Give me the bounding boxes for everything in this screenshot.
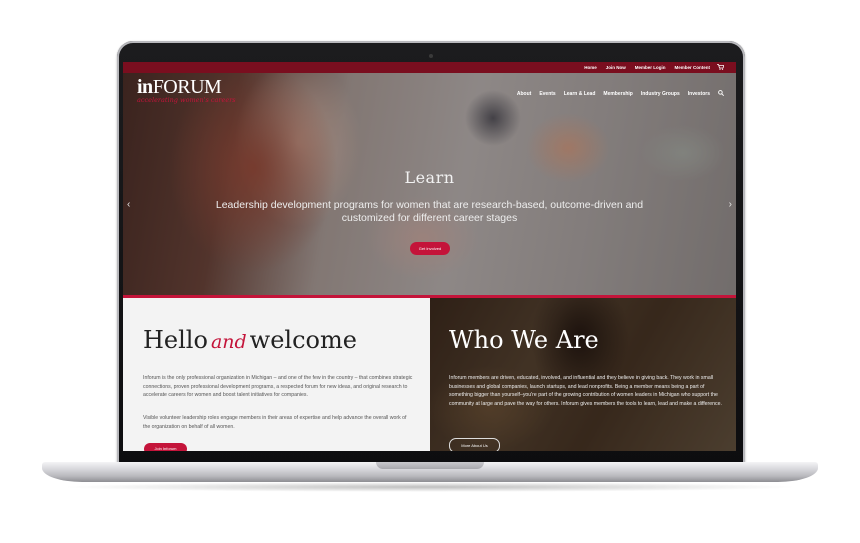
logo-word-bold: in xyxy=(137,76,153,98)
nav-item-investors[interactable]: Investors xyxy=(688,91,710,97)
welcome-paragraph-1: Inforum is the only professional organiz… xyxy=(143,375,413,398)
hero-slider: inFORUM accelerating women's careers Abo… xyxy=(123,73,736,295)
utility-bar: Home Join Now Member Login Member Conten… xyxy=(123,62,736,73)
camera-icon xyxy=(429,54,433,58)
welcome-title-welcome: welcome xyxy=(249,326,357,354)
welcome-title-hello: Hello xyxy=(143,326,208,354)
inforum-logo[interactable]: inFORUM accelerating women's careers xyxy=(137,77,236,104)
logo-wordmark: inFORUM xyxy=(137,77,236,97)
laptop-shadow xyxy=(60,482,800,492)
hero-subtitle: Leadership development programs for wome… xyxy=(215,199,644,224)
who-we-are-paragraph: Inforum members are driven, educated, in… xyxy=(449,375,722,407)
get-involved-button[interactable]: Get Involved xyxy=(410,242,450,255)
nav-item-learn-lead[interactable]: Learn & Lead xyxy=(564,91,596,97)
who-we-are-panel: Who We Are Inforum members are driven, e… xyxy=(430,298,736,451)
utility-link-member-content[interactable]: Member Content xyxy=(674,63,710,72)
hero-title: Learn xyxy=(404,168,455,187)
search-icon[interactable] xyxy=(718,90,725,98)
welcome-paragraph-2: Visible volunteer leadership roles engag… xyxy=(143,415,407,430)
laptop-screen: inFORUM accelerating women's careers Abo… xyxy=(123,62,736,451)
nav-item-industry-groups[interactable]: Industry Groups xyxy=(641,91,680,97)
slider-next-arrow[interactable]: › xyxy=(729,199,732,210)
more-about-us-button[interactable]: More About Us xyxy=(449,438,500,451)
slider-prev-arrow[interactable]: ‹ xyxy=(127,199,130,210)
who-we-are-title: Who We Are xyxy=(449,326,599,354)
utility-links: Home Join Now Member Login Member Conten… xyxy=(584,63,710,72)
welcome-title: Hello and welcome xyxy=(143,326,357,354)
laptop-notch xyxy=(376,462,484,469)
logo-tagline: accelerating women's careers xyxy=(137,96,236,104)
nav-item-about[interactable]: About xyxy=(517,91,531,97)
nav-item-events[interactable]: Events xyxy=(539,91,555,97)
welcome-title-and: and xyxy=(210,331,247,353)
utility-link-join-now[interactable]: Join Now xyxy=(606,63,626,72)
logo-word-rest: FORUM xyxy=(152,76,222,98)
join-inforum-button[interactable]: Join Inforum xyxy=(144,443,187,451)
main-nav: About Events Learn & Lead Membership Ind… xyxy=(517,90,725,98)
cart-icon[interactable] xyxy=(717,64,725,70)
welcome-panel: Hello and welcome Inforum is the only prof… xyxy=(123,298,430,451)
utility-link-member-login[interactable]: Member Login xyxy=(635,63,666,72)
utility-link-home[interactable]: Home xyxy=(584,63,597,72)
nav-item-membership[interactable]: Membership xyxy=(603,91,632,97)
